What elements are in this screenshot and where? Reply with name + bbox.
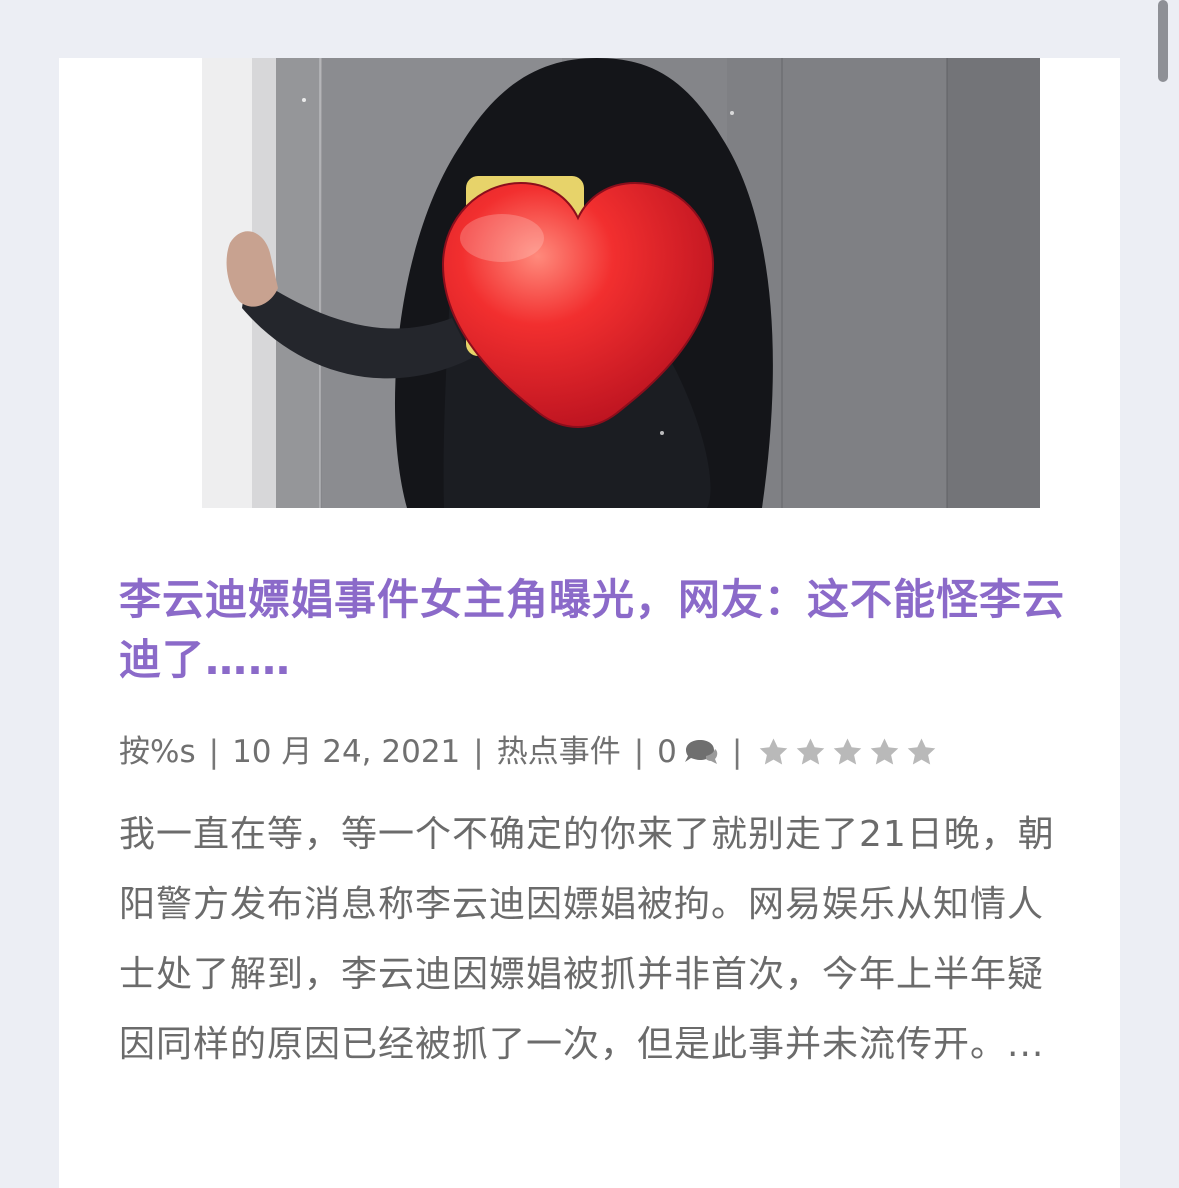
meta-separator: | <box>208 734 220 770</box>
meta-separator: | <box>473 734 484 770</box>
page-scrollbar[interactable] <box>1158 0 1168 82</box>
star-icon <box>760 737 788 764</box>
post-meta: 按%s | 10 月 24, 2021 | 热点事件 | 0 | <box>119 728 1069 776</box>
post-excerpt: 我一直在等，等一个不确定的你来了就别走了21日晚，朝阳警方发布消息称李云迪因嫖娼… <box>119 814 1055 1065</box>
post-thumbnail-image <box>202 58 1040 508</box>
star-icon <box>797 737 825 764</box>
post-date: 10 月 24, 2021 <box>232 734 461 770</box>
post-category[interactable]: 热点事件 <box>497 728 621 776</box>
meta-separator: | <box>633 734 645 770</box>
comment-count: 0 <box>657 734 677 770</box>
post-thumbnail-link[interactable] <box>202 58 1040 508</box>
meta-separator: | <box>731 734 743 770</box>
comment-count-link[interactable]: 0 <box>657 728 719 776</box>
comment-bubble-icon <box>684 740 718 764</box>
star-icon <box>871 737 899 764</box>
post-title[interactable]: 李云迪嫖娼事件女主角曝光，网友：这不能怪李云迪了…… <box>119 570 1079 690</box>
post-card: 李云迪嫖娼事件女主角曝光，网友：这不能怪李云迪了…… 按%s | 10 月 24… <box>59 58 1120 1188</box>
rating-stars <box>757 736 938 769</box>
star-icon <box>834 737 862 764</box>
star-icon <box>908 737 936 764</box>
post-author[interactable]: 按%s <box>119 728 196 776</box>
